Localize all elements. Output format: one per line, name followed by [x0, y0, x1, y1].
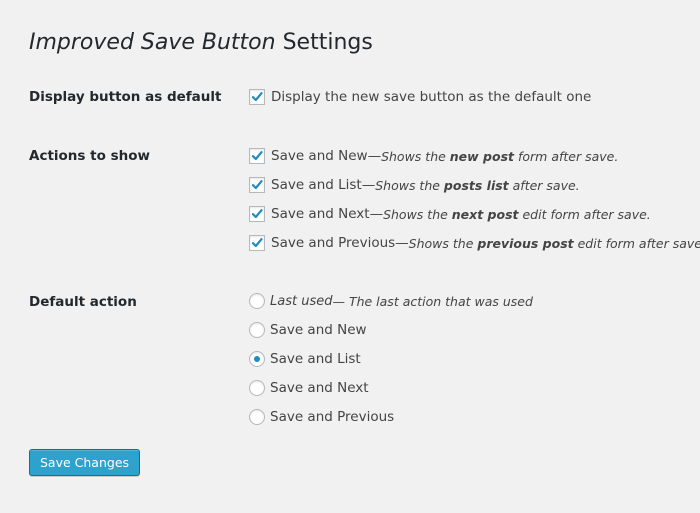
- default-action-save-and-new[interactable]: Save and New: [249, 320, 367, 340]
- checkmark-icon: [251, 180, 263, 190]
- default-action-last-used[interactable]: Last used — The last action that was use…: [249, 291, 533, 311]
- checkmark-icon: [251, 238, 263, 248]
- default-action-last-used-radio[interactable]: [249, 293, 265, 309]
- default-action-last-used-label: Last used: [270, 293, 333, 309]
- checkmark-icon: [251, 92, 263, 102]
- action-description: Shows the previous post edit form after …: [409, 236, 700, 251]
- action-label: Save and New: [271, 148, 368, 164]
- default-action-save-and-list[interactable]: Save and List: [249, 349, 361, 369]
- display-default-checkbox[interactable]: [249, 89, 265, 105]
- checkmark-icon: [251, 209, 263, 219]
- action-separator: —: [369, 206, 384, 222]
- action-description: Shows the new post form after save.: [381, 149, 618, 164]
- default-action-save-and-new-radio[interactable]: [249, 322, 265, 338]
- action-desc-bold: previous post: [477, 235, 574, 251]
- default-action-option-label: Save and List: [270, 351, 361, 367]
- default-action-save-and-previous[interactable]: Save and Previous: [249, 407, 394, 427]
- action-save-and-new-checkbox[interactable]: [249, 148, 265, 164]
- action-desc-post: after save.: [508, 177, 580, 193]
- display-default-label: Display button as default: [29, 89, 222, 105]
- display-default-option[interactable]: Display the new save button as the defau…: [249, 87, 591, 107]
- action-desc-pre: Shows the: [383, 206, 452, 222]
- action-label: Save and List: [271, 177, 362, 193]
- action-desc-bold: new post: [449, 148, 515, 164]
- action-save-and-next[interactable]: Save and Next — Shows the next post edit…: [249, 204, 651, 224]
- action-desc-pre: Shows the: [375, 177, 444, 193]
- action-save-and-list-checkbox[interactable]: [249, 177, 265, 193]
- action-save-and-previous[interactable]: Save and Previous — Shows the previous p…: [249, 233, 700, 253]
- action-desc-bold: posts list: [443, 177, 509, 193]
- action-save-and-next-checkbox[interactable]: [249, 206, 265, 222]
- action-label: Save and Next: [271, 206, 370, 222]
- default-action-save-and-list-radio[interactable]: [249, 351, 265, 367]
- action-label: Save and Previous: [271, 235, 396, 251]
- default-action-save-and-next[interactable]: Save and Next: [249, 378, 369, 398]
- page-title-suffix: Settings: [275, 30, 373, 55]
- default-action-option-label: Save and New: [270, 322, 367, 338]
- action-description: Shows the posts list after save.: [375, 178, 579, 193]
- default-action-label: Default action: [29, 294, 137, 310]
- action-desc-bold: next post: [451, 206, 519, 222]
- default-action-save-and-next-radio[interactable]: [249, 380, 265, 396]
- action-desc-post: form after save.: [514, 148, 619, 164]
- default-action-last-used-desc: — The last action that was used: [332, 293, 533, 309]
- default-action-save-and-previous-radio[interactable]: [249, 409, 265, 425]
- default-action-option-label: Save and Previous: [270, 409, 395, 425]
- page-title: Improved Save Button Settings: [29, 28, 373, 58]
- action-desc-pre: Shows the: [381, 148, 450, 164]
- action-separator: —: [367, 148, 382, 164]
- settings-page: Improved Save Button Settings Display bu…: [0, 0, 700, 513]
- action-desc-post: edit form after save.: [518, 206, 651, 222]
- action-save-and-list[interactable]: Save and List — Shows the posts list aft…: [249, 175, 580, 195]
- checkmark-icon: [251, 151, 263, 161]
- action-save-and-previous-checkbox[interactable]: [249, 235, 265, 251]
- action-description: Shows the next post edit form after save…: [383, 207, 651, 222]
- save-changes-button[interactable]: Save Changes: [29, 449, 141, 476]
- action-save-and-new[interactable]: Save and New — Shows the new post form a…: [249, 146, 618, 166]
- action-desc-post: edit form after save.: [573, 235, 700, 251]
- radio-selected-dot: [254, 356, 260, 362]
- page-title-plugin-name: Improved Save Button: [29, 30, 276, 55]
- actions-label: Actions to show: [29, 148, 150, 164]
- action-desc-pre: Shows the: [408, 235, 478, 251]
- default-action-option-label: Save and Next: [270, 380, 369, 396]
- action-separator: —: [395, 235, 409, 251]
- display-default-option-label: Display the new save button as the defau…: [271, 89, 592, 105]
- action-separator: —: [361, 177, 376, 193]
